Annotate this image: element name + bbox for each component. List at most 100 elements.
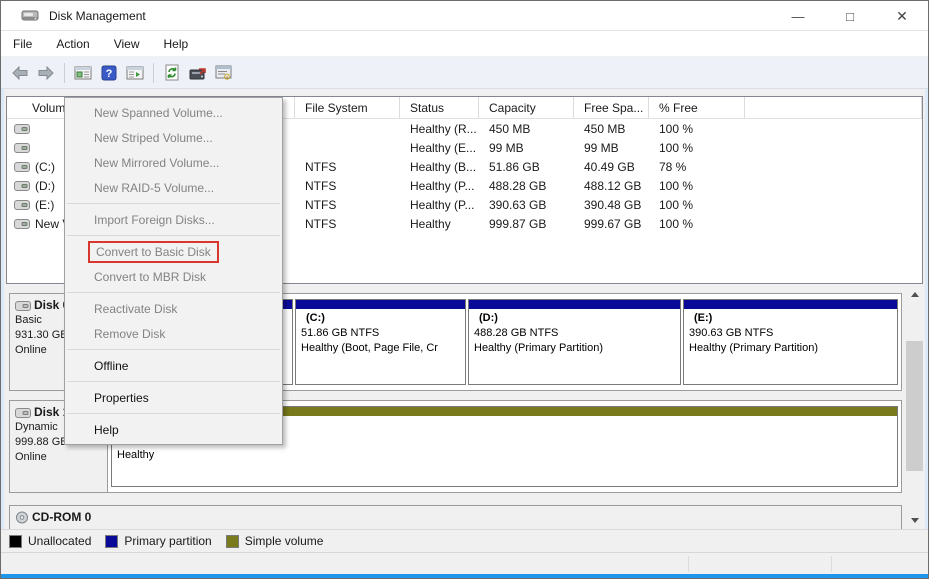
menu-item-offline[interactable]: Offline [65, 353, 282, 378]
menu-item-help[interactable]: Help [65, 417, 282, 442]
svg-text:⚙: ⚙ [223, 72, 231, 81]
disk-icon [15, 407, 31, 418]
show-action-pane-icon[interactable] [123, 61, 147, 85]
window-bottom-edge [1, 574, 928, 578]
legend-simple-volume: Simple volume [225, 534, 324, 548]
legend-bar: Unallocated Primary partition Simple vol… [1, 529, 928, 552]
disk-name: CD-ROM 0 [32, 510, 92, 524]
volume-pct-free: 100 % [659, 197, 694, 212]
menu-separator [67, 292, 280, 293]
menu-action[interactable]: Action [56, 33, 99, 55]
menu-item-new-striped-volume[interactable]: New Striped Volume... [65, 125, 282, 150]
volume-pct-free: 100 % [659, 140, 694, 155]
volume-capacity: 450 MB [489, 121, 531, 136]
menu-separator [67, 381, 280, 382]
disk-context-menu: New Spanned Volume... New Striped Volume… [64, 97, 283, 445]
partition-c[interactable]: (C:) 51.86 GB NTFS Healthy (Boot, Page Fil… [295, 299, 466, 385]
legend-label: Unallocated [28, 534, 92, 548]
volume-capacity: 99 MB [489, 140, 524, 155]
column-header-file-system[interactable]: File System [295, 97, 400, 118]
menu-separator [67, 349, 280, 350]
scrollbar-thumb[interactable] [906, 341, 923, 471]
volume-free-space: 488.12 GB [584, 178, 642, 193]
toolbar-separator [153, 62, 154, 83]
menu-bar: File Action View Help [1, 31, 928, 57]
column-header-pct-free[interactable]: % Free [649, 97, 745, 118]
partition-e[interactable]: (E:) 390.63 GB NTFS Healthy (Primary Parti… [683, 299, 898, 385]
toolbar: ? ⚙ [1, 57, 928, 89]
volume-fs: NTFS [305, 216, 337, 231]
menu-separator [67, 413, 280, 414]
volume-icon [14, 161, 30, 172]
scroll-up-icon[interactable] [906, 286, 923, 303]
volume-name: (D:) [35, 178, 55, 193]
volume-icon [14, 142, 30, 153]
back-icon[interactable] [8, 61, 32, 85]
toolbar-separator [64, 62, 65, 83]
volume-pct-free: 100 % [659, 178, 694, 193]
volume-capacity: 390.63 GB [489, 197, 547, 212]
menu-item-new-spanned-volume[interactable]: New Spanned Volume... [65, 100, 282, 125]
volume-status: Healthy (B... [410, 159, 477, 174]
menu-item-import-foreign-disks[interactable]: Import Foreign Disks... [65, 207, 282, 232]
cd-rom-icon [16, 511, 28, 524]
volume-capacity: 51.86 GB [489, 159, 540, 174]
disk-icon [15, 300, 31, 311]
menu-item-properties[interactable]: Properties [65, 385, 282, 410]
close-button[interactable]: ✕ [876, 1, 928, 31]
menu-help[interactable]: Help [164, 33, 199, 55]
volume-fs: NTFS [305, 178, 337, 193]
volume-fs: NTFS [305, 159, 337, 174]
legend-primary-partition: Primary partition [105, 534, 212, 548]
column-header-status[interactable]: Status [400, 97, 479, 118]
window-frame-strip [925, 89, 928, 529]
legend-swatch-primary-partition [105, 534, 119, 548]
menu-item-convert-to-mbr-disk[interactable]: Convert to MBR Disk [65, 264, 282, 289]
menu-separator [67, 235, 280, 236]
volume-pct-free: 78 % [659, 159, 687, 174]
partition-color-bar [296, 300, 465, 309]
menu-item-new-raid5-volume[interactable]: New RAID-5 Volume... [65, 175, 282, 200]
column-header-filler [745, 97, 922, 118]
partition-color-bar [469, 300, 680, 309]
minimize-button[interactable]: — [772, 1, 824, 31]
volume-icon [14, 123, 30, 134]
volume-status: Healthy (P... [410, 197, 475, 212]
volume-free-space: 40.49 GB [584, 159, 635, 174]
vertical-scrollbar[interactable] [906, 286, 923, 529]
title-bar: Disk Management — □ ✕ [1, 1, 928, 31]
legend-label: Simple volume [244, 534, 324, 548]
menu-item-reactivate-disk[interactable]: Reactivate Disk [65, 296, 282, 321]
column-header-capacity[interactable]: Capacity [479, 97, 574, 118]
partition-color-bar [684, 300, 897, 309]
menu-item-remove-disk[interactable]: Remove Disk [65, 321, 282, 346]
window-title: Disk Management [49, 8, 146, 23]
volume-free-space: 390.48 GB [584, 197, 642, 212]
legend-unallocated: Unallocated [9, 534, 91, 548]
status-bar-divider [688, 556, 689, 572]
show-console-tree-icon[interactable] [71, 61, 95, 85]
column-header-free-space[interactable]: Free Spa... [574, 97, 649, 118]
svg-text:?: ? [106, 68, 113, 80]
cdrom-0-label[interactable]: CD-ROM 0 [10, 506, 108, 529]
volume-free-space: 450 MB [584, 121, 626, 136]
menu-view[interactable]: View [114, 33, 150, 55]
status-bar-divider [831, 556, 832, 572]
menu-item-new-mirrored-volume[interactable]: New Mirrored Volume... [65, 150, 282, 175]
legend-label: Primary partition [124, 534, 212, 548]
rescan-disks-icon[interactable] [186, 61, 210, 85]
menu-file[interactable]: File [13, 33, 42, 55]
maximize-button[interactable]: □ [824, 1, 876, 31]
refresh-icon[interactable] [160, 61, 184, 85]
help-icon[interactable]: ? [97, 61, 121, 85]
scroll-down-icon[interactable] [906, 512, 923, 529]
volume-fs: NTFS [305, 197, 337, 212]
partition-d[interactable]: (D:) 488.28 GB NTFS Healthy (Primary Parti… [468, 299, 681, 385]
volume-icon [14, 180, 30, 191]
forward-icon[interactable] [34, 61, 58, 85]
manage-settings-icon[interactable]: ⚙ [212, 61, 236, 85]
disk-status: Online [15, 451, 47, 463]
menu-item-convert-to-basic-disk[interactable]: Convert to Basic Disk [65, 239, 282, 264]
menu-separator [67, 203, 280, 204]
volume-pct-free: 100 % [659, 216, 694, 231]
